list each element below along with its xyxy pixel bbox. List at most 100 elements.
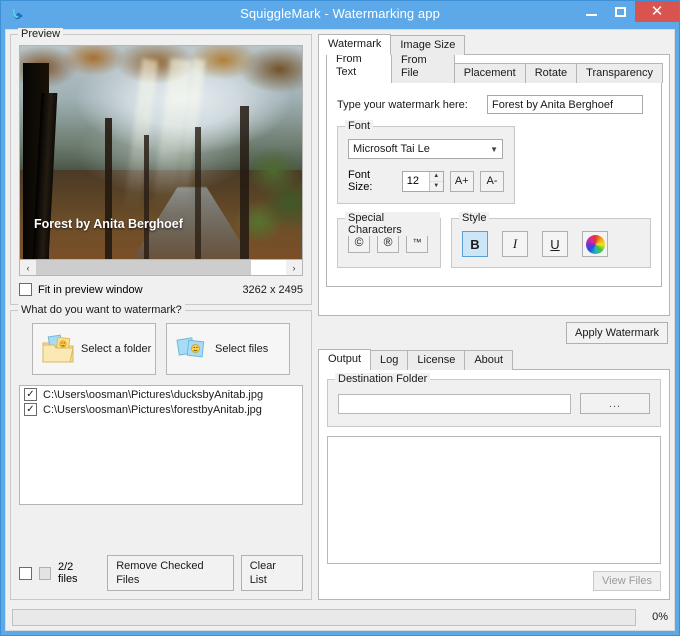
select-files-button[interactable]: Select files [166, 323, 290, 375]
left-column: Preview Forest by Anita Berghoef ‹ › Fit… [10, 28, 312, 600]
tab-watermark[interactable]: Watermark [318, 34, 392, 55]
output-log-area[interactable] [327, 436, 661, 564]
watermark-tab-panel: From Text From File Placement Rotate Tra… [318, 49, 670, 316]
preview-group: Preview Forest by Anita Berghoef ‹ › Fit… [10, 28, 312, 305]
output-tabstrip: Output Log License About [318, 349, 670, 370]
scroll-right-icon[interactable]: › [286, 260, 302, 275]
tab-transparency[interactable]: Transparency [576, 63, 663, 83]
stepper-up-icon[interactable]: ▲ [429, 171, 443, 182]
remove-checked-files-button[interactable]: Remove Checked Files [107, 555, 234, 591]
character-and-style-row: Special Characters © ® ™ Style B I U [337, 212, 651, 268]
right-column: Watermark Image Size From Text From File… [318, 34, 670, 600]
watermark-prompt-label: Type your watermark here: [337, 98, 468, 111]
close-button[interactable]: ✕ [635, 1, 679, 22]
progress-label: 0% [652, 611, 668, 623]
client-area: Preview Forest by Anita Berghoef ‹ › Fit… [5, 28, 675, 631]
font-family-value: Microsoft Tai Le [353, 143, 430, 155]
view-files-row: View Files [327, 571, 661, 591]
tab-image-size[interactable]: Image Size [390, 35, 466, 55]
font-group: Font Microsoft Tai Le ▼ Font Size: 12 ▲ … [337, 120, 515, 204]
color-picker-button[interactable] [582, 231, 608, 257]
italic-button[interactable]: I [502, 231, 528, 257]
apply-row: Apply Watermark [318, 316, 670, 349]
file-checkbox[interactable]: ✓ [24, 403, 37, 416]
special-characters-group: Special Characters © ® ™ [337, 212, 441, 268]
select-all-checkbox[interactable] [19, 566, 32, 580]
chevron-down-icon: ▼ [490, 144, 498, 154]
files-count-label: 2/2 files [58, 561, 78, 585]
image-dimensions: 3262 x 2495 [242, 283, 303, 296]
scroll-left-icon[interactable]: ‹ [20, 260, 36, 275]
fit-in-preview-checkbox[interactable] [19, 283, 32, 296]
tab-rotate[interactable]: Rotate [524, 63, 578, 83]
scene-tree-trunk [144, 135, 150, 259]
maximize-button[interactable] [606, 1, 635, 22]
font-size-stepper[interactable]: 12 ▲ ▼ [401, 170, 444, 192]
color-wheel-icon [585, 234, 605, 254]
progress-bar [12, 608, 636, 626]
special-characters-label: Special Characters [345, 212, 440, 236]
file-checkbox[interactable]: ✓ [24, 388, 37, 401]
preview-horizontal-scrollbar[interactable]: ‹ › [19, 260, 303, 276]
increase-font-button[interactable]: A+ [449, 170, 474, 192]
destination-folder-input[interactable] [338, 393, 571, 414]
file-list-item[interactable]: ✓ C:\Users\oosman\Pictures\ducksbyAnitab… [21, 387, 301, 402]
tab-placement[interactable]: Placement [453, 63, 526, 83]
title-bar: SquiggleMark - Watermarking app ✕ [1, 1, 679, 29]
style-group: Style B I U [451, 212, 651, 268]
from-text-panel: Type your watermark here: Forest by Anit… [326, 82, 662, 287]
photos-icon [175, 333, 209, 365]
font-size-value[interactable]: 12 [403, 172, 429, 191]
browse-folder-button[interactable]: ... [580, 393, 650, 414]
output-panel: Destination Folder ... View Files [319, 370, 669, 599]
file-path: C:\Users\oosman\Pictures\forestbyAnitab.… [43, 403, 262, 416]
clear-list-button[interactable]: Clear List [240, 555, 304, 591]
watermark-panel: From Text From File Placement Rotate Tra… [319, 49, 669, 294]
decrease-font-button[interactable]: A- [479, 170, 505, 192]
tab-license[interactable]: License [407, 350, 466, 370]
scrollbar-track[interactable] [36, 260, 286, 275]
partial-select-checkbox[interactable] [38, 566, 51, 580]
tab-output[interactable]: Output [318, 349, 372, 370]
minimize-button[interactable] [577, 1, 606, 22]
fit-in-preview-row[interactable]: Fit in preview window [19, 283, 143, 296]
scene-tree-trunk [239, 105, 249, 259]
window-controls: ✕ [577, 1, 679, 23]
select-folder-button[interactable]: Select a folder [32, 323, 156, 375]
watermark-overlay-text: Forest by Anita Berghoef [34, 217, 183, 231]
app-window: SquiggleMark - Watermarking app ✕ Previe… [0, 0, 680, 636]
fit-in-preview-label: Fit in preview window [38, 283, 143, 296]
preview-footer: Fit in preview window 3262 x 2495 [19, 283, 303, 296]
folder-with-photos-icon [41, 333, 75, 365]
scrollbar-thumb[interactable] [36, 260, 251, 275]
style-buttons: B I U [462, 231, 640, 257]
select-files-label: Select files [215, 343, 269, 355]
tab-log[interactable]: Log [370, 350, 409, 370]
file-list[interactable]: ✓ C:\Users\oosman\Pictures\ducksbyAnitab… [19, 385, 303, 505]
status-bar: 0% [6, 604, 674, 630]
select-folder-label: Select a folder [81, 343, 152, 355]
scene-tree-trunk [104, 118, 112, 259]
preview-image: Forest by Anita Berghoef [19, 45, 303, 260]
underline-button[interactable]: U [542, 231, 568, 257]
source-group: What do you want to watermark? Select a … [10, 304, 312, 600]
stepper-down-icon[interactable]: ▼ [429, 181, 443, 191]
view-files-button[interactable]: View Files [593, 571, 661, 591]
file-list-toolbar: 2/2 files Remove Checked Files Clear Lis… [19, 546, 304, 591]
destination-row: ... [338, 393, 650, 414]
squiggle-icon [5, 2, 31, 28]
stepper-arrows[interactable]: ▲ ▼ [428, 171, 443, 191]
scene-bush [206, 139, 302, 242]
tab-about[interactable]: About [464, 350, 514, 370]
bold-button[interactable]: B [462, 231, 488, 257]
file-list-item[interactable]: ✓ C:\Users\oosman\Pictures\forestbyAnita… [21, 402, 301, 417]
font-family-select[interactable]: Microsoft Tai Le ▼ [348, 139, 503, 159]
style-group-label: Style [459, 212, 490, 224]
destination-folder-label: Destination Folder [335, 373, 431, 385]
watermark-text-input[interactable]: Forest by Anita Berghoef [487, 95, 643, 114]
apply-watermark-button[interactable]: Apply Watermark [566, 322, 668, 344]
main-tabstrip: Watermark Image Size [318, 34, 670, 55]
scene-tree-trunk [194, 126, 201, 259]
destination-folder-group: Destination Folder ... [327, 373, 661, 427]
font-size-label: Font Size: [348, 169, 373, 193]
